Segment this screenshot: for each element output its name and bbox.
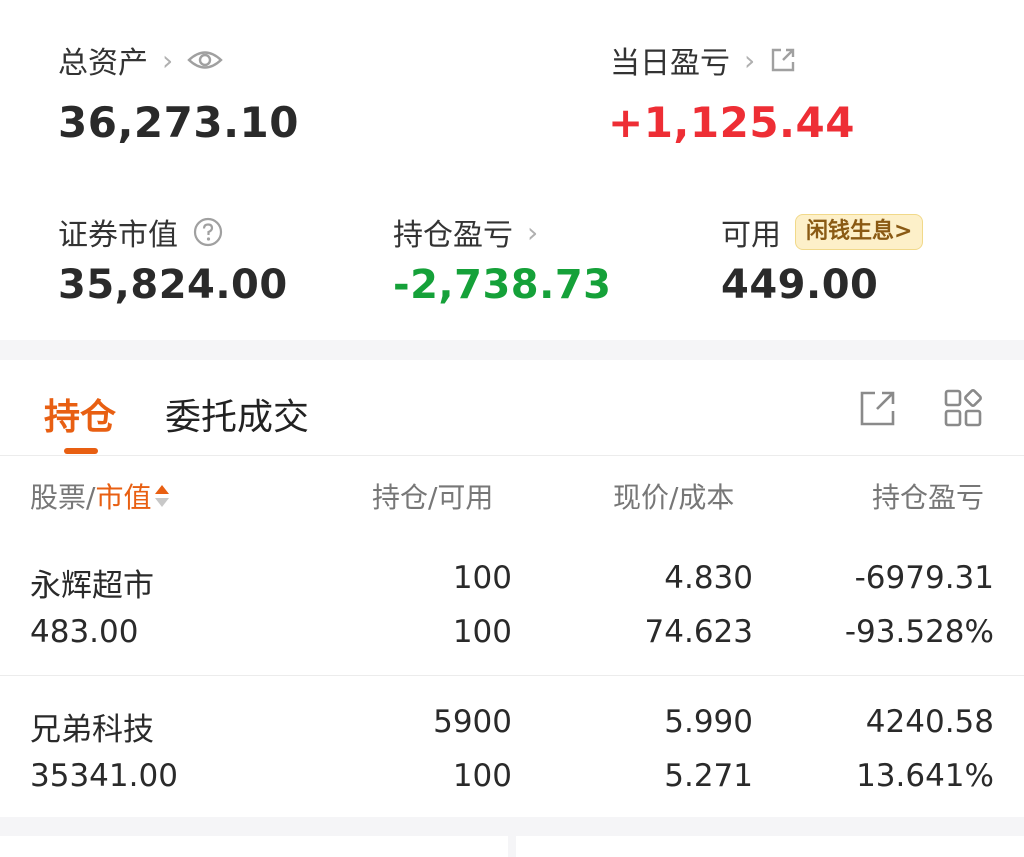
stock-price: 5.990 xyxy=(664,704,753,740)
active-tab-indicator xyxy=(64,448,98,454)
total-assets-label: 总资产 xyxy=(58,46,148,81)
total-assets-value: 36,273.10 xyxy=(58,98,299,147)
stock-cost: 5.271 xyxy=(664,758,753,794)
header-stock: 股票 xyxy=(30,481,87,514)
available-value: 449.00 xyxy=(721,262,879,308)
market-value-value: 35,824.00 xyxy=(58,262,288,308)
header-position-available: 持仓/可用 xyxy=(372,481,494,514)
chevron-right-icon: › xyxy=(527,215,539,249)
position-pnl-label: 持仓盈亏 xyxy=(393,218,513,253)
external-link-icon[interactable] xyxy=(858,388,898,428)
available-label-group: 可用 闲钱生息> xyxy=(721,210,924,254)
bottom-card-right xyxy=(516,836,1024,857)
daily-pnl-value: +1,125.44 xyxy=(608,98,855,147)
header-position-pnl: 持仓盈亏 xyxy=(872,481,985,514)
position-pnl-label-group[interactable]: 持仓盈亏 › xyxy=(393,210,538,254)
stock-pnl: -6979.31 xyxy=(854,560,994,596)
account-summary: 总资产 › 36,273.10 当日盈亏 › +1,125.44 证券市值 35… xyxy=(0,0,1024,340)
idle-cash-interest-badge[interactable]: 闲钱生息> xyxy=(795,213,924,251)
stock-price: 4.830 xyxy=(664,560,753,596)
chevron-right-icon: › xyxy=(162,43,174,77)
stock-cost: 74.623 xyxy=(644,614,753,650)
bottom-card-left xyxy=(0,836,508,857)
daily-pnl-label-group[interactable]: 当日盈亏 › xyxy=(610,38,797,82)
tab-orders-trades[interactable]: 委托成交 xyxy=(165,388,309,440)
holdings-panel: 持仓 委托成交 股票/市值 持仓/可用 现价/成本 持仓盈亏 永辉超市 483.… xyxy=(0,360,1024,817)
daily-pnl-label: 当日盈亏 xyxy=(610,46,730,81)
help-icon[interactable] xyxy=(192,216,224,248)
market-value-label: 证券市值 xyxy=(58,218,178,253)
stock-available: 100 xyxy=(452,614,512,650)
stock-position: 100 xyxy=(452,560,512,596)
stock-position: 5900 xyxy=(433,704,512,740)
position-pnl-value: -2,738.73 xyxy=(393,262,612,308)
total-assets-label-group[interactable]: 总资产 › xyxy=(58,38,223,82)
tab-divider xyxy=(0,455,1024,456)
available-label: 可用 xyxy=(721,218,781,253)
stock-pnl-percent: -93.528% xyxy=(844,614,994,650)
header-market-value: 市值 xyxy=(95,481,152,514)
header-price-cost: 现价/成本 xyxy=(613,481,735,514)
header-stock-market-value[interactable]: 股票/市值 xyxy=(30,476,171,516)
stock-market-value: 35341.00 xyxy=(30,758,178,794)
stock-available: 100 xyxy=(452,758,512,794)
market-value-label-group: 证券市值 xyxy=(58,210,224,254)
sort-icon xyxy=(153,483,171,516)
eye-icon[interactable] xyxy=(187,49,223,71)
stock-pnl-percent: 13.641% xyxy=(856,758,994,794)
share-icon[interactable] xyxy=(769,46,797,74)
tab-positions[interactable]: 持仓 xyxy=(44,388,116,440)
stock-pnl: 4240.58 xyxy=(865,704,994,740)
chevron-right-icon: › xyxy=(744,43,756,77)
grid-icon[interactable] xyxy=(943,388,983,428)
stock-market-value: 483.00 xyxy=(30,614,139,650)
stock-name: 兄弟科技 xyxy=(30,712,154,748)
row-divider xyxy=(0,675,1024,676)
stock-name: 永辉超市 xyxy=(30,568,154,604)
